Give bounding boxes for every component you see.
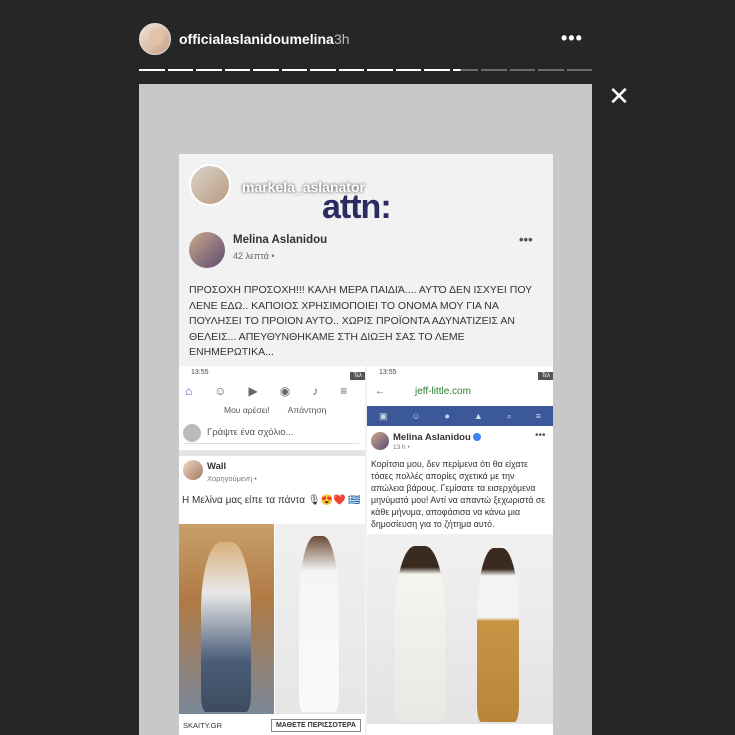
before-photo [179, 524, 274, 714]
back-arrow-icon: ← [375, 385, 385, 397]
post-time: 3h [334, 31, 350, 47]
comment-box: Γράψτε ένα σχόλιο... [183, 422, 359, 444]
like-label: Μου αρέσει! [224, 405, 270, 415]
globe-icon: ● [444, 411, 450, 421]
profile-avatar[interactable] [139, 23, 171, 55]
left-screenshot: 13:55 Τελ ⌂ ☺ ▶ ◉ ♪ ≡ Μου αρέσει! Απάντη… [179, 366, 365, 735]
ad-text: Η Μελίνα μας είπε τα πάντα 🎙😍❤️ 🇬🇷 [182, 495, 361, 506]
search-icon: ⌕ [506, 410, 512, 421]
friends-icon: ☺ [411, 411, 421, 421]
progress-segment [253, 69, 279, 71]
post-author: Melina Aslanidou [393, 432, 481, 443]
progress-segment [167, 69, 193, 71]
menu-icon: ≡ [535, 411, 541, 421]
close-icon[interactable]: ✕ [607, 83, 631, 109]
divider [179, 450, 365, 456]
story-content[interactable]: markela_aslanator attn: Melina Aslanidou… [139, 84, 592, 735]
browser-url-bar: ← jeff-little.com [367, 380, 553, 402]
progress-segment [139, 69, 165, 71]
progress-segment [196, 69, 222, 71]
comment-placeholder: Γράψτε ένα σχόλιο... [207, 427, 294, 438]
status-time: 13:55 [191, 369, 209, 376]
progress-segment [424, 69, 450, 71]
progress-segment [310, 69, 336, 71]
verified-icon [472, 433, 481, 442]
progress-segment [367, 69, 393, 71]
menu-icon: ≡ [340, 384, 348, 398]
progress-segment [481, 69, 507, 71]
ad-avatar [183, 460, 203, 480]
post-timestamp: 42 λεπτά • [233, 251, 275, 261]
username[interactable]: officialaslanidoumelina [179, 31, 334, 47]
tag-label: Τελ [538, 372, 553, 380]
reposted-card: markela_aslanator attn: Melina Aslanidou… [179, 154, 553, 735]
story-progress [139, 69, 592, 72]
learn-more-button: ΜΑΘΕΤΕ ΠΕΡΙΣΣΟΤΕΡΑ [270, 719, 361, 732]
fb-toolbar: ▣ ☺ ● ▲ ⌕ ≡ [367, 406, 553, 426]
video-icon: ▶ [248, 384, 258, 398]
ad-name: Wall [207, 461, 227, 472]
progress-segment [281, 69, 307, 71]
more-options-icon[interactable]: ••• [561, 28, 583, 49]
right-screenshot: 13:55 Τελ ← jeff-little.com ▣ ☺ ● ▲ ⌕ ≡ … [367, 366, 553, 735]
status-time: 13:55 [379, 369, 397, 376]
post-author-avatar [189, 232, 225, 268]
reaction-labels: Μου αρέσει! Απάντηση [224, 405, 326, 415]
repost-avatar [189, 164, 231, 206]
profile-icon: ◉ [279, 384, 291, 398]
tag-label: Τελ [350, 372, 365, 380]
story-header: officialaslanidoumelina 3h ••• [139, 22, 591, 56]
post-text: ΠΡΟΣΟΧΗ ΠΡΟΣΟΧΗ!!! ΚΑΛΗ ΜΕΡΑ ΠΑΙΔΙΆ.... … [189, 284, 532, 358]
home-icon: ⌂ [185, 384, 193, 398]
commenter-avatar [183, 423, 201, 442]
ad-source: SKAITY.GR [183, 721, 223, 730]
progress-segment [224, 69, 250, 71]
reply-label: Απάντηση [287, 405, 327, 415]
progress-segment [566, 69, 592, 71]
post-more-icon: ••• [519, 232, 533, 247]
brand-logo: attn: [322, 188, 392, 226]
post-more-icon: ••• [535, 430, 546, 441]
progress-segment [538, 69, 564, 71]
news-icon: ▣ [378, 410, 388, 421]
ad-sponsored: Χορηγούμενη • [207, 474, 257, 483]
url-text: jeff-little.com [415, 385, 471, 397]
ad-footer: SKAITY.GR ΜΑΘΕΤΕ ΠΕΡΙΣΣΟΤΕΡΑ [179, 716, 365, 735]
post-author-name: Melina Aslanidou [393, 432, 471, 443]
fb-nav-icons: ⌂ ☺ ▶ ◉ ♪ ≡ [185, 384, 347, 398]
post-author-avatar [371, 432, 389, 450]
post-timestamp: 13 h • [393, 444, 410, 451]
event-photo [367, 534, 553, 724]
progress-segment [509, 69, 535, 71]
post-author: Melina Aslanidou [233, 234, 328, 246]
progress-segment [452, 69, 478, 71]
friends-icon: ☺ [214, 384, 227, 398]
bell-icon: ▲ [473, 411, 483, 421]
progress-segment [395, 69, 421, 71]
after-photo [275, 524, 365, 714]
post-text: Κορίτσια μου, δεν περίμενα ότι θα είχατε… [371, 459, 546, 529]
bell-icon: ♪ [312, 384, 319, 398]
progress-segment [338, 69, 364, 71]
